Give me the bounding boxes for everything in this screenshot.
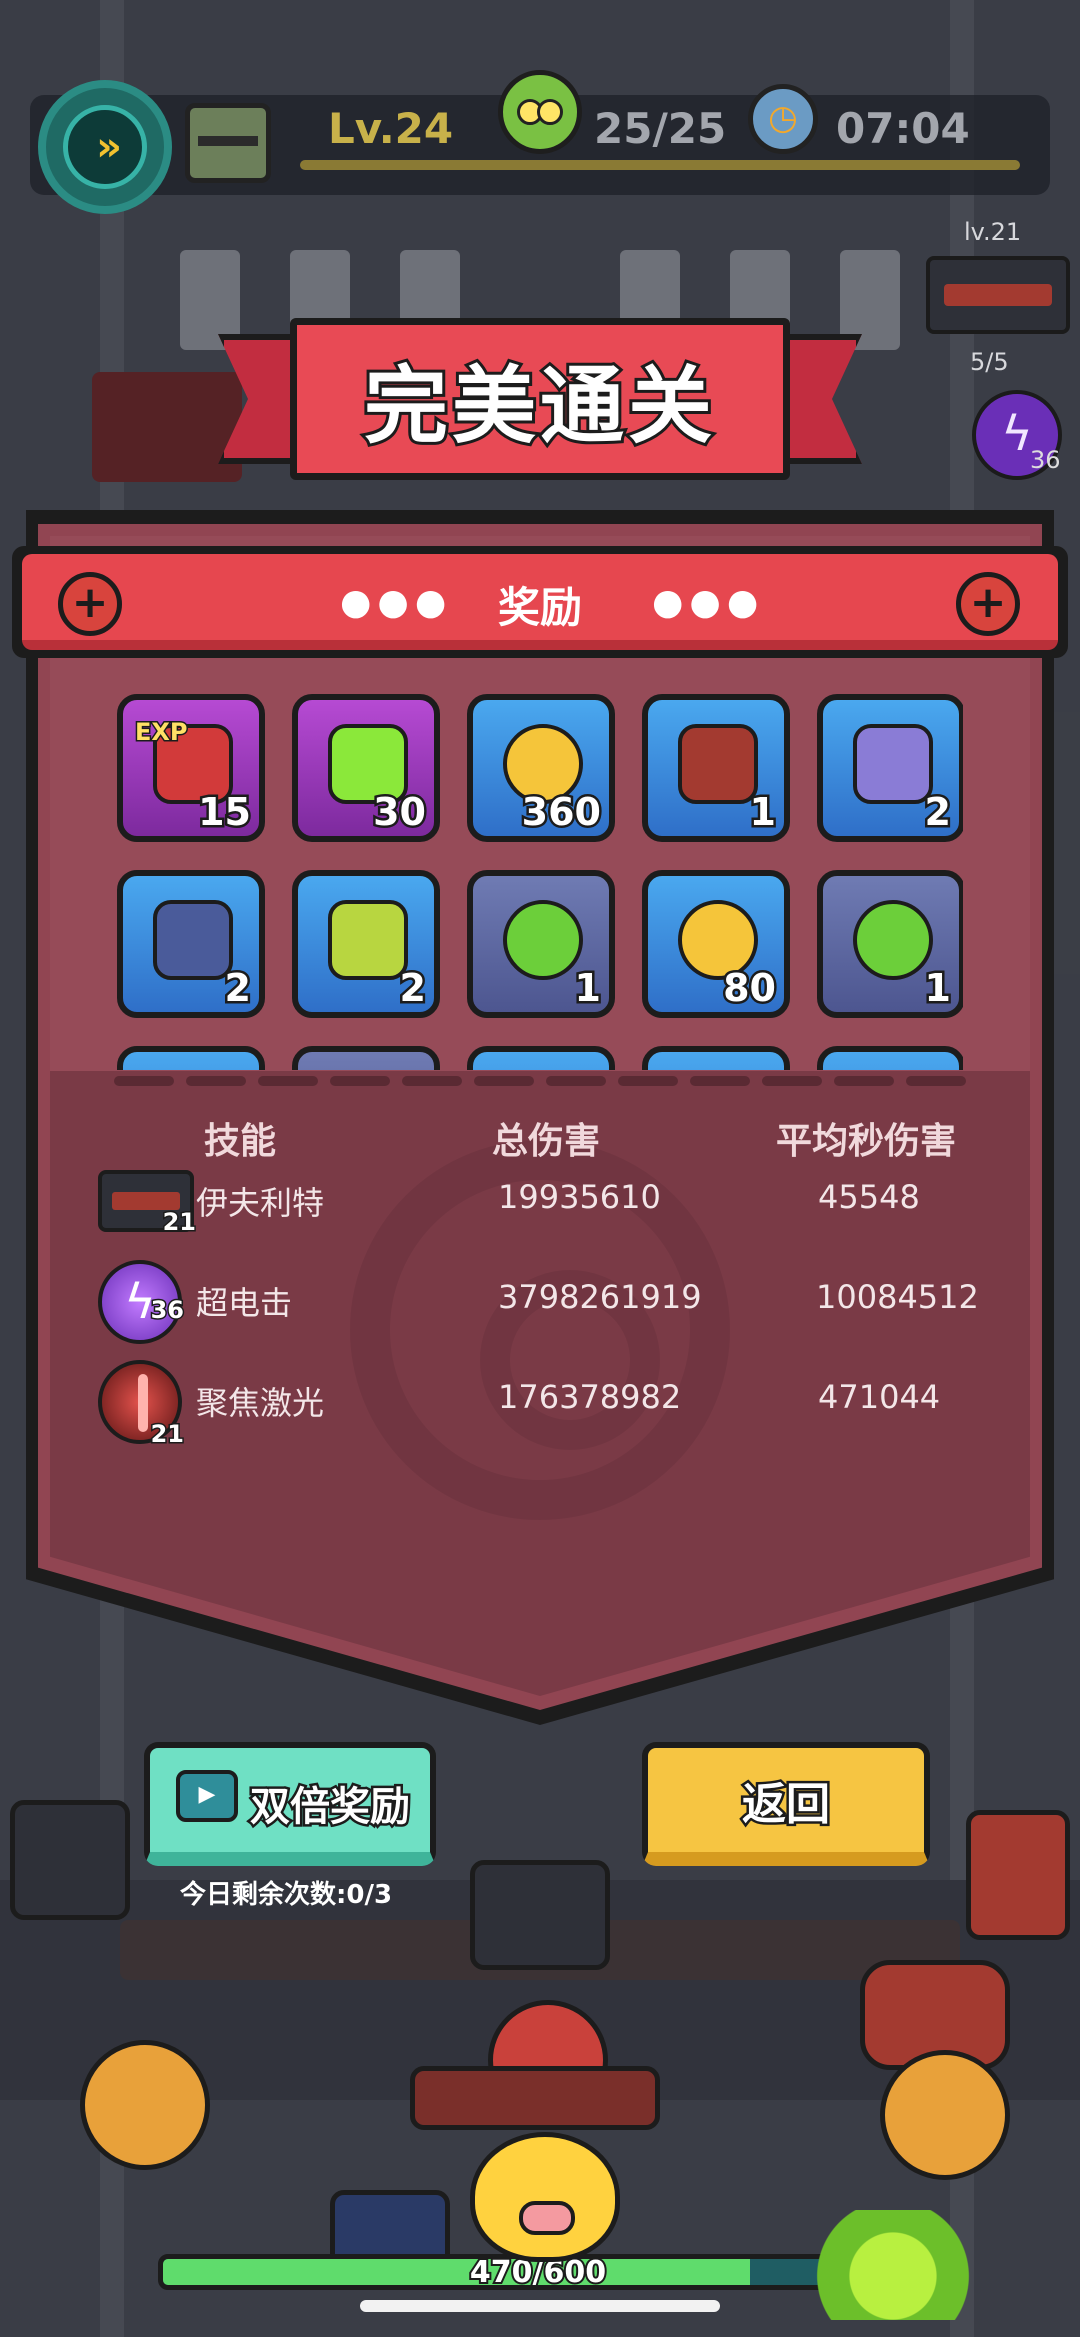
reward-item-partial[interactable] xyxy=(642,1046,790,1070)
player-cannon xyxy=(410,2066,660,2130)
reward-item[interactable]: 360 xyxy=(467,694,615,842)
supply-chest-icon[interactable] xyxy=(185,103,271,183)
average-dps: 471044 xyxy=(818,1378,941,1416)
home-indicator[interactable] xyxy=(360,2300,720,2312)
total-damage: 3798261919 xyxy=(498,1278,702,1316)
skill-name: 超电击 xyxy=(196,1284,293,1322)
reward-item[interactable]: 2 xyxy=(817,694,963,842)
reward-item[interactable]: 2 xyxy=(117,870,265,1018)
page-title: 完美通关 xyxy=(361,354,716,458)
video-ad-icon: ▶ xyxy=(176,1770,238,1822)
reward-item[interactable]: 80 xyxy=(642,870,790,1018)
side-gun-count: 5/5 xyxy=(970,348,1009,376)
fast-forward-icon: » xyxy=(63,105,147,189)
dots-decoration-right: ●●● xyxy=(652,582,765,623)
zombie-icon xyxy=(498,70,582,154)
remaining-attempts: 今日剩余次数:0/3 xyxy=(180,1880,393,1910)
rewards-header-label: 奖励 xyxy=(497,583,582,632)
center-turret xyxy=(470,1860,610,1970)
fast-forward-button[interactable]: » xyxy=(38,80,172,214)
gun-turret-icon: 21 xyxy=(98,1170,198,1238)
rewards-grid[interactable]: EXP 15 30 360 1 2 2 2 1 80 1 xyxy=(117,694,963,1070)
blueprint-scroll-icon xyxy=(853,724,933,804)
column-header-dps: 平均秒伤害 xyxy=(776,1121,957,1162)
average-dps: 10084512 xyxy=(816,1278,979,1316)
back-label: 返回 xyxy=(740,1777,833,1833)
reward-item-partial[interactable] xyxy=(117,1046,265,1070)
reward-item[interactable]: 30 xyxy=(292,694,440,842)
back-button[interactable]: 返回 xyxy=(642,1742,930,1866)
reward-item-partial[interactable] xyxy=(467,1046,615,1070)
skill-level: 21 xyxy=(149,1419,185,1450)
title-banner: 完美通关 xyxy=(290,318,790,480)
timer-icon: ◷ xyxy=(748,84,818,154)
reward-count: 360 xyxy=(519,788,603,837)
column-header-skill: 技能 xyxy=(204,1121,277,1162)
reward-item-partial[interactable] xyxy=(817,1046,963,1070)
plus-icon-right: + xyxy=(956,572,1020,636)
double-reward-label: 双倍奖励 xyxy=(248,1782,413,1833)
green-slime-icon xyxy=(853,900,933,980)
player-level: Lv.24 xyxy=(328,104,454,153)
piggy-bank-icon[interactable] xyxy=(470,2132,620,2262)
reward-count: 15 xyxy=(196,788,254,837)
dark-ore-icon xyxy=(153,900,233,980)
side-skill-level: 36 xyxy=(1030,446,1061,474)
reward-count: 2 xyxy=(222,964,254,1013)
reward-item[interactable]: 2 xyxy=(292,870,440,1018)
column-header-total-damage: 总伤害 xyxy=(492,1121,601,1162)
reward-item[interactable]: 1 xyxy=(642,694,790,842)
reward-count: 80 xyxy=(721,964,779,1013)
green-slime-icon xyxy=(503,900,583,980)
total-damage: 176378982 xyxy=(498,1378,682,1416)
plus-icon-left: + xyxy=(58,572,122,636)
skill-level: 21 xyxy=(161,1207,197,1238)
skill-level: 36 xyxy=(149,1295,185,1326)
dots-decoration-left: ●●● xyxy=(340,582,453,623)
reward-count: 1 xyxy=(572,964,604,1013)
laser-icon: 21 xyxy=(98,1360,186,1450)
double-reward-button[interactable]: ▶ 双倍奖励 xyxy=(144,1742,436,1866)
level-progress-bar xyxy=(300,160,1020,170)
green-ore-icon xyxy=(328,900,408,980)
timer-text: 07:04 xyxy=(836,104,970,153)
hero-right xyxy=(880,2050,1010,2180)
wave-counter: 25/25 xyxy=(594,104,727,153)
barrel-cannon-icon xyxy=(678,724,758,804)
lightning-icon: ϟ 36 xyxy=(98,1260,186,1344)
hero-left xyxy=(80,2040,210,2170)
scroll-divider xyxy=(114,1076,966,1088)
right-turret xyxy=(966,1810,1070,1940)
gem-pile-icon[interactable] xyxy=(808,2210,978,2320)
reward-item[interactable]: 1 xyxy=(467,870,615,1018)
reward-item[interactable]: 1 xyxy=(817,870,963,1018)
reward-item[interactable]: EXP 15 xyxy=(117,694,265,842)
reward-count: 2 xyxy=(397,964,429,1013)
hp-text: 470/600 xyxy=(468,2255,608,2290)
reward-count: 1 xyxy=(747,788,779,837)
side-gun-level: lv.21 xyxy=(964,218,1022,246)
reward-count: 30 xyxy=(371,788,429,837)
side-gun-icon[interactable] xyxy=(926,256,1070,334)
skill-name: 伊夫利特 xyxy=(196,1184,325,1222)
reward-count: 2 xyxy=(922,788,954,837)
average-dps: 45548 xyxy=(818,1178,920,1216)
total-damage: 19935610 xyxy=(498,1178,661,1216)
exp-label: EXP xyxy=(134,717,189,748)
reward-item-partial[interactable] xyxy=(292,1046,440,1070)
pig-nose xyxy=(519,2201,575,2235)
left-turret xyxy=(10,1800,130,1920)
reward-count: 1 xyxy=(922,964,954,1013)
skill-name: 聚焦激光 xyxy=(196,1384,325,1422)
